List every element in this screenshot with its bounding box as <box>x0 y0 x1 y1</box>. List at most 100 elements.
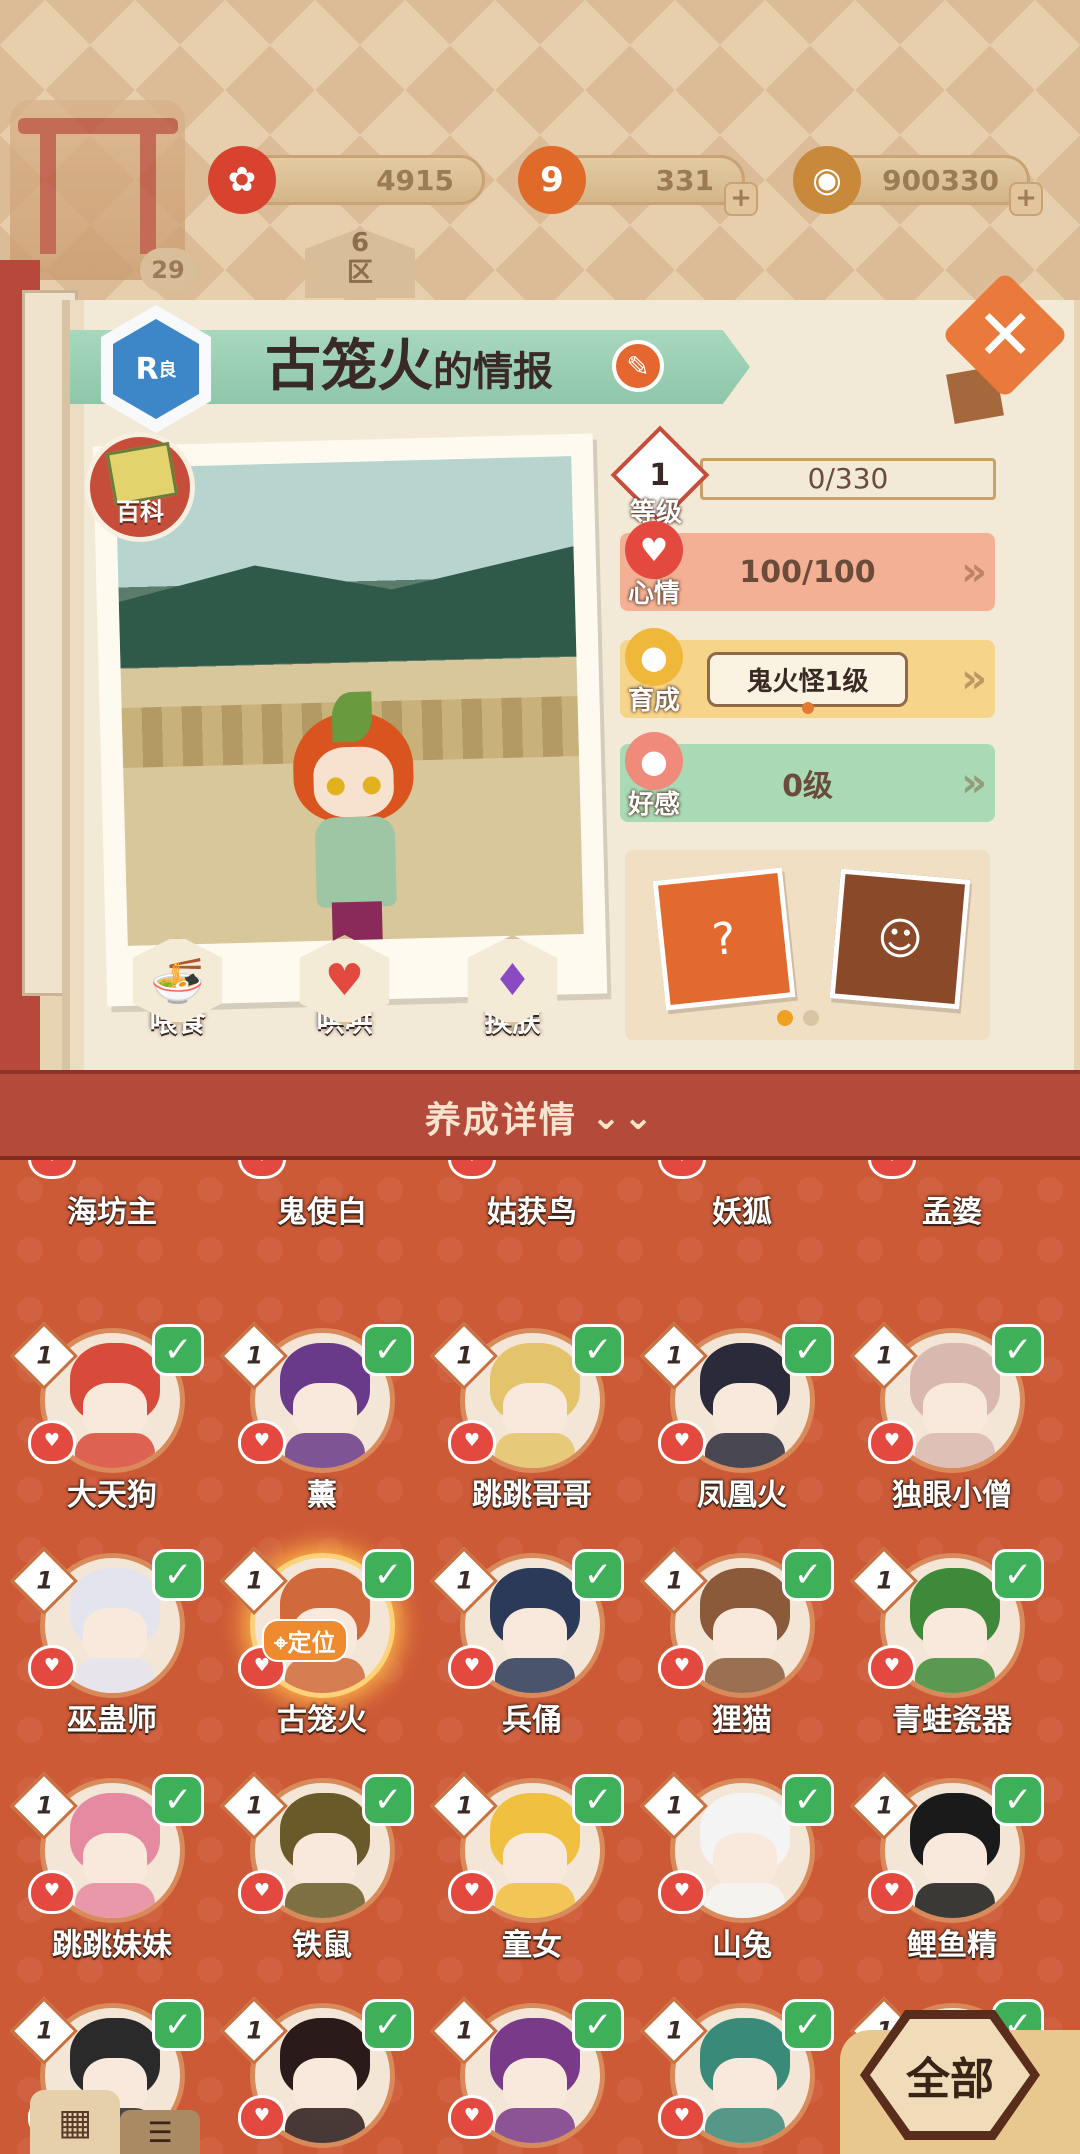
level-number: 1 <box>876 1566 894 1595</box>
portrait-body <box>285 1658 365 1693</box>
heart-icon: ♥ <box>28 1160 76 1179</box>
resource-coins-value: 900330 <box>882 163 999 197</box>
portrait-body <box>495 1883 575 1918</box>
portrait-body <box>915 1433 995 1468</box>
details-toggle[interactable]: 养成详情 ⌄⌄ <box>0 1070 1080 1160</box>
heart-icon: ♥ <box>448 1160 496 1179</box>
portrait-face <box>713 1833 777 1889</box>
affinity-row[interactable]: ● 好感 0级 » <box>620 732 995 822</box>
frame-gift-card[interactable]: ☺ <box>829 868 971 1010</box>
spirit-name: 薰 <box>307 1478 337 1513</box>
spirit-card[interactable]: 1 ✓ ♥ 独眼小僧 <box>850 1310 1052 1530</box>
heart-icon: ♥ <box>625 521 683 579</box>
level-value: 1 <box>649 457 671 493</box>
spirit-card[interactable]: 1 ✓ ♥ 大天狗 <box>10 1310 212 1530</box>
spirit-card[interactable]: 1 ✓ ♥ <box>640 1985 842 2154</box>
list-icon: ☰ <box>147 2115 173 2149</box>
coax-button[interactable]: ♥ 哄哄 <box>292 935 397 1040</box>
check-icon: ✓ <box>362 1999 414 2051</box>
spirit-card[interactable]: 1 ✓ ♥ 铁鼠 <box>220 1760 422 1980</box>
all-label: 全部 <box>906 2054 994 2105</box>
spirit-card[interactable]: 1 ✓ ♥ 兵俑 <box>430 1535 632 1755</box>
feed-button[interactable]: 🍜 喂食 <box>125 935 230 1040</box>
resource-nine-value: 331 <box>655 163 714 197</box>
spirit-name: 铁鼠 <box>292 1928 352 1963</box>
heart-icon: ♥ <box>448 2095 496 2139</box>
spirit-character[interactable] <box>276 690 433 946</box>
spirit-card[interactable]: ♥ 孟婆 <box>852 1160 1052 1295</box>
spirit-card[interactable]: ♥ 妖狐 <box>642 1160 842 1295</box>
spirit-name: 独眼小僧 <box>892 1478 1012 1513</box>
list-view-button[interactable]: ☰ <box>120 2110 200 2154</box>
level-number: 1 <box>36 2016 54 2045</box>
check-icon: ✓ <box>572 1549 624 1601</box>
spirit-card[interactable]: ♥ 鬼使白 <box>222 1160 422 1295</box>
edit-name-button[interactable]: ✎ <box>612 340 664 392</box>
growth-label: 育成 <box>627 686 680 716</box>
spirit-card[interactable]: 1 ✓ ♥ 鲤鱼精 <box>850 1760 1052 1980</box>
spirit-name: 孟婆 <box>922 1195 982 1230</box>
portrait-body <box>75 1433 155 1468</box>
spirit-name: 童女 <box>502 1928 562 1963</box>
chevron-right-icon: » <box>961 760 987 806</box>
level-number: 1 <box>666 1341 684 1370</box>
spirit-card[interactable]: 1 ✓ ♥ 童女 <box>430 1760 632 1980</box>
photo-hill <box>118 546 577 668</box>
resource-nine: 9 331 + <box>518 146 758 216</box>
encyclopedia-button[interactable]: 百科 <box>85 432 195 542</box>
heart-icon: ♥ <box>448 1870 496 1914</box>
spirit-name: 海坊主 <box>67 1195 157 1230</box>
check-icon: ✓ <box>572 1324 624 1376</box>
spirit-card[interactable]: ♥ 姑获鸟 <box>432 1160 632 1295</box>
spirit-card[interactable]: 1 ✓ ♥ 山兔 <box>640 1760 842 1980</box>
pager-dot[interactable] <box>803 1010 819 1026</box>
spirit-name: 古笼火 <box>277 1703 367 1738</box>
portrait-face <box>713 2058 777 2114</box>
chevron-right-icon: » <box>961 549 987 595</box>
portrait-face <box>713 1383 777 1439</box>
spirit-card[interactable]: ♥ 海坊主 <box>12 1160 212 1295</box>
level-number: 1 <box>456 1566 474 1595</box>
growth-row[interactable]: ● 育成 鬼火怪1级 » <box>620 628 995 718</box>
encyclopedia-label: 百科 <box>116 498 164 526</box>
torii-pillar-left <box>40 134 56 254</box>
spirit-card[interactable]: 1 ✓ ♥ 跳跳哥哥 <box>430 1310 632 1530</box>
check-icon: ✓ <box>152 1999 204 2051</box>
heart-icon: ♥ <box>868 1645 916 1689</box>
pager-dot-active[interactable] <box>777 1010 793 1026</box>
photo-scene <box>115 456 584 946</box>
pin-icon: ⌖ <box>274 1629 288 1657</box>
add-nine-button[interactable]: + <box>724 182 758 216</box>
check-icon: ✓ <box>992 1324 1044 1376</box>
chevron-right-icon: » <box>961 656 987 702</box>
mystery-gift-card[interactable]: ? <box>652 867 796 1011</box>
portrait-face <box>503 2058 567 2114</box>
portrait-body <box>705 1433 785 1468</box>
gift-pager[interactable] <box>777 1010 819 1026</box>
check-icon: ✓ <box>152 1549 204 1601</box>
spirit-name: 跳跳妹妹 <box>52 1928 172 1963</box>
add-coins-button[interactable]: + <box>1009 182 1043 216</box>
spirit-card[interactable]: 1 ✓ ♥ 跳跳妹妹 <box>10 1760 212 1980</box>
spirit-card[interactable]: 1 ✓ ♥ ⌖定位 古笼火 <box>220 1535 422 1755</box>
spirit-name: 兵俑 <box>502 1703 562 1738</box>
spirit-card[interactable]: 1 ✓ ♥ 凤凰火 <box>640 1310 842 1530</box>
grid-view-button[interactable]: ▦ <box>30 2090 120 2154</box>
spirit-card[interactable]: 1 ✓ ♥ 巫蛊师 <box>10 1535 212 1755</box>
mood-row[interactable]: ♥ 心情 100/100 » <box>620 521 995 611</box>
locate-tag[interactable]: ⌖定位 <box>262 1619 348 1662</box>
nine-token-icon: 9 <box>518 146 586 214</box>
spirit-name: 巫蛊师 <box>67 1703 157 1738</box>
spirit-card[interactable]: 1 ✓ ♥ 薰 <box>220 1310 422 1530</box>
spirit-card[interactable]: 1 ✓ ♥ <box>220 1985 422 2154</box>
spirit-card[interactable]: 1 ✓ ♥ <box>430 1985 632 2154</box>
face-icon: ☺ <box>874 911 926 967</box>
portrait-face <box>923 1383 987 1439</box>
change-skin-button[interactable]: ♦ 换肤 <box>460 935 565 1040</box>
heart-icon: ♥ <box>448 1645 496 1689</box>
spirit-card[interactable]: 1 ✓ ♥ 青蛙瓷器 <box>850 1535 1052 1755</box>
portrait-face <box>293 2058 357 2114</box>
level-number: 1 <box>666 2016 684 2045</box>
spirit-card[interactable]: 1 ✓ ♥ 狸猫 <box>640 1535 842 1755</box>
growth-value: 鬼火怪1级 <box>707 651 908 707</box>
